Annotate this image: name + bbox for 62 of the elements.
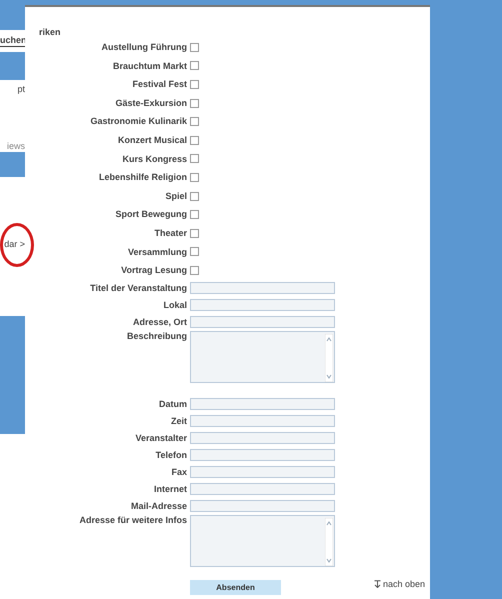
sidebar-panel [0, 52, 25, 80]
input-field[interactable] [190, 415, 335, 428]
sidebar-link[interactable]: dar > [0, 239, 25, 250]
checkbox[interactable] [190, 80, 199, 89]
text-area[interactable] [190, 514, 335, 567]
scrollbar-icon[interactable] [325, 334, 333, 382]
input-field[interactable] [190, 299, 335, 312]
field-label: Adresse, Ort [132, 316, 187, 329]
field-label: Lokal [162, 298, 187, 312]
checkbox-label: Gäste-Exkursion [114, 96, 187, 110]
field-label: Telefon [154, 448, 187, 462]
checkbox-label: Lebenshilfe Religion [98, 171, 187, 184]
checkbox-label: Gastronomie Kulinarik [89, 115, 187, 128]
back-to-top-link[interactable]: nach oben [382, 578, 425, 591]
field-label: Datum [158, 398, 187, 411]
checkbox[interactable] [190, 98, 199, 108]
checkbox-label: Versammlung [126, 246, 187, 259]
arrow-to-top-icon [374, 580, 381, 588]
field-label: Mail-Adresse [130, 500, 187, 513]
checkbox[interactable] [190, 210, 199, 220]
checkbox-label: Festival Fest [131, 78, 187, 92]
field-label: Titel der Veranstaltung [89, 282, 187, 295]
sidebar-link[interactable]: pt [0, 84, 25, 95]
checkbox-label: Sport Bewegung [114, 208, 187, 222]
field-label: Internet [152, 482, 187, 496]
field-label: Fax [170, 466, 187, 479]
submit-button[interactable]: Absenden [190, 580, 281, 595]
checkbox-label: Kurs Kongress [121, 152, 187, 166]
checkbox-label: Brauchtum Markt [112, 60, 187, 73]
checkbox-label: Spiel [164, 190, 187, 203]
field-label: Veranstalter [134, 432, 187, 445]
checkbox[interactable] [190, 154, 199, 164]
checkbox[interactable] [190, 266, 199, 275]
scrollbar-icon[interactable] [325, 518, 333, 566]
input-field[interactable] [190, 449, 335, 462]
section-label: riken [39, 27, 61, 38]
checkbox-label: Vortrag Lesung [120, 264, 187, 278]
field-label: Beschreibung [126, 330, 187, 343]
checkbox-label: Austellung Führung [100, 41, 187, 54]
checkbox[interactable] [190, 42, 199, 52]
input-field[interactable] [190, 282, 335, 294]
checkbox-label: Theater [153, 226, 187, 240]
input-field[interactable] [190, 500, 335, 512]
checkbox[interactable] [190, 61, 199, 70]
checkbox[interactable] [190, 247, 199, 256]
input-field[interactable] [190, 316, 335, 328]
checkbox[interactable] [190, 136, 199, 145]
sidebar-panel [0, 152, 25, 177]
text-area[interactable] [190, 330, 335, 383]
field-label: Adresse für weitere Infos [78, 514, 187, 527]
checkbox[interactable] [190, 192, 199, 201]
checkbox[interactable] [190, 228, 199, 238]
input-field[interactable] [190, 483, 335, 496]
input-field[interactable] [190, 466, 335, 478]
sidebar-link[interactable]: iews [0, 141, 25, 152]
field-label: Zeit [170, 414, 187, 428]
input-field[interactable] [190, 398, 335, 410]
input-field[interactable] [190, 432, 335, 444]
sidebar-panel [0, 0, 25, 30]
checkbox[interactable] [190, 117, 199, 126]
checkbox[interactable] [190, 172, 199, 182]
checkbox-label: Konzert Musical [116, 134, 187, 147]
